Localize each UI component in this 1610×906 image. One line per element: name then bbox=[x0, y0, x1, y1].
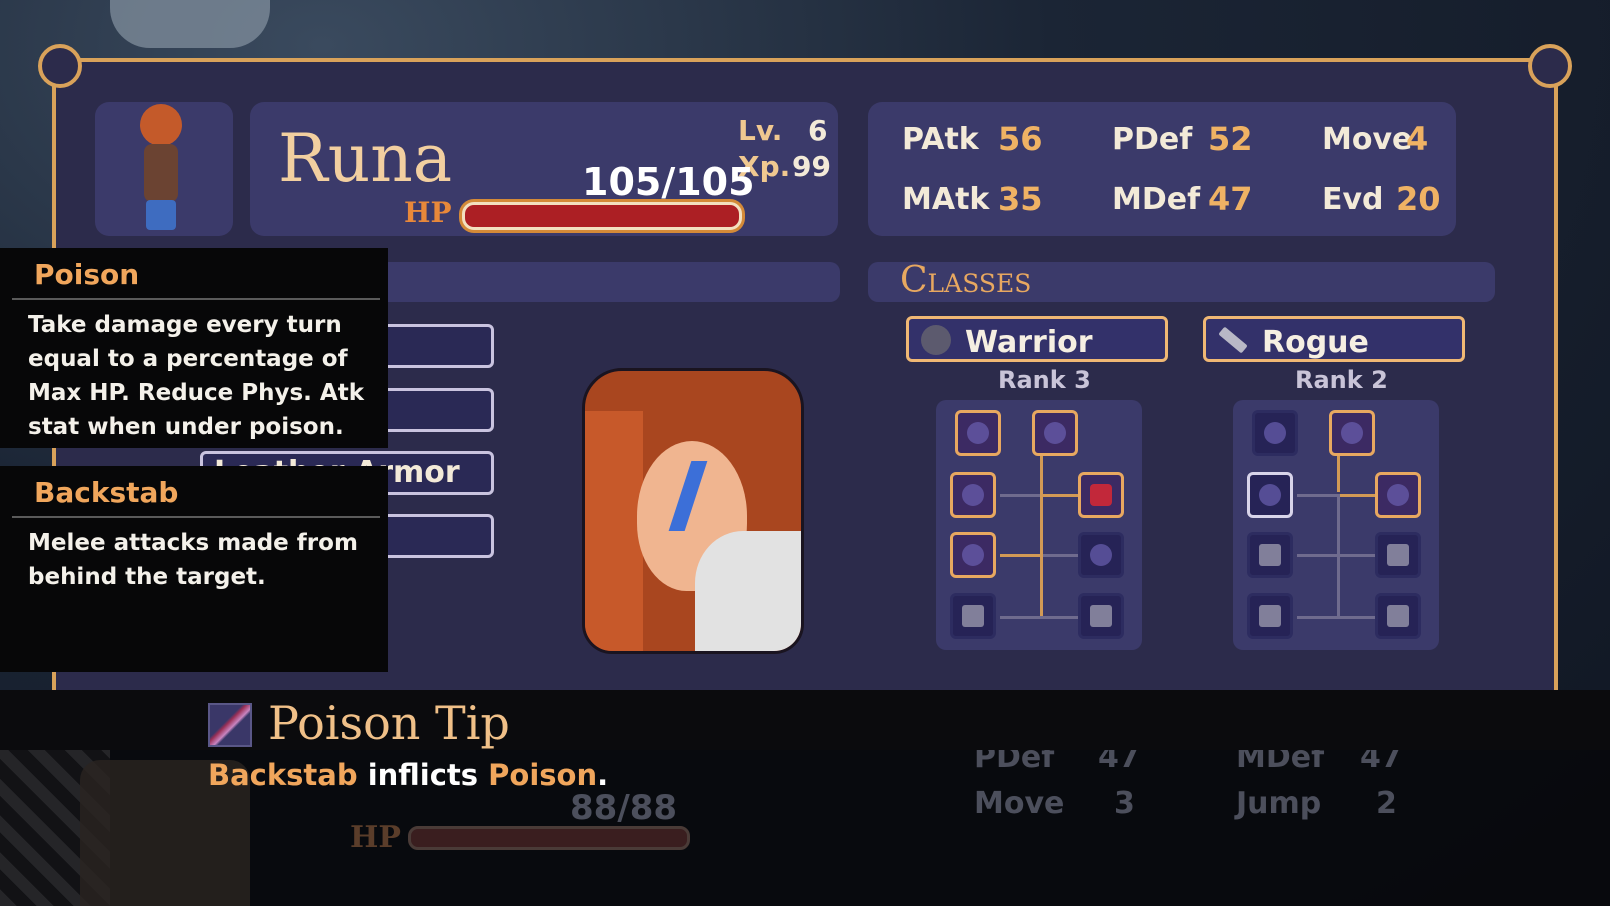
class-warrior-label: Warrior bbox=[965, 325, 1093, 360]
warrior-skill-node[interactable] bbox=[1032, 410, 1078, 456]
skill-keyword-poison[interactable]: Poison bbox=[488, 758, 597, 792]
lock-icon[interactable] bbox=[1375, 593, 1421, 639]
stat-evd-label: Evd bbox=[1322, 182, 1384, 217]
rogue-skill-node[interactable] bbox=[1252, 410, 1298, 456]
stat-patk-label: PAtk bbox=[902, 122, 979, 157]
tree-connector bbox=[1043, 554, 1079, 557]
bg-unit-hp-label: HP bbox=[350, 820, 401, 855]
bg-stat-label: Move bbox=[974, 786, 1065, 821]
bg-stat-value: 2 bbox=[1376, 786, 1397, 821]
heart-icon[interactable] bbox=[1078, 472, 1124, 518]
skill-description: Backstab inflicts Poison. bbox=[208, 758, 609, 792]
warrior-skill-node[interactable] bbox=[955, 410, 1001, 456]
lock-icon[interactable] bbox=[1375, 532, 1421, 578]
tree-connector bbox=[1340, 494, 1376, 497]
rogue-skill-node-selected[interactable] bbox=[1247, 472, 1293, 518]
stat-move-label: Move bbox=[1322, 122, 1413, 157]
rogue-skill-node[interactable] bbox=[1329, 410, 1375, 456]
tree-connector bbox=[1297, 554, 1376, 557]
stat-matk-value: 35 bbox=[998, 180, 1043, 218]
frame-corner-ornament bbox=[38, 44, 82, 88]
tree-connector bbox=[1000, 494, 1040, 497]
level-value: 6 bbox=[808, 114, 828, 147]
class-warrior-rank: Rank 3 bbox=[998, 366, 1091, 394]
background-rock bbox=[110, 0, 270, 48]
class-warrior-button[interactable]: Warrior bbox=[906, 316, 1168, 362]
poison-tip-icon bbox=[208, 703, 252, 747]
stat-matk-label: MAtk bbox=[902, 182, 990, 217]
tree-connector bbox=[1000, 554, 1040, 557]
tree-connector bbox=[1297, 494, 1337, 497]
class-rogue-rank: Rank 2 bbox=[1295, 366, 1388, 394]
frame-corner-ornament bbox=[1528, 44, 1572, 88]
hp-bar bbox=[462, 202, 742, 230]
bg-unit-hp-bar bbox=[408, 826, 690, 850]
tooltip-poison-title: Poison bbox=[34, 258, 140, 291]
warrior-skill-node[interactable] bbox=[950, 472, 996, 518]
helmet-icon bbox=[921, 325, 951, 355]
tree-connector bbox=[1043, 494, 1079, 497]
stat-patk-value: 56 bbox=[998, 120, 1043, 158]
stat-pdef-value: 52 bbox=[1208, 120, 1253, 158]
tooltip-backstab-title: Backstab bbox=[34, 476, 179, 509]
lock-icon[interactable] bbox=[1078, 593, 1124, 639]
character-name: Runa bbox=[278, 120, 453, 197]
tooltip-poison: Poison Take damage every turn equal to a… bbox=[0, 248, 388, 448]
skill-keyword-backstab[interactable]: Backstab bbox=[208, 758, 358, 792]
bg-stat-label: Jump bbox=[1236, 786, 1322, 821]
skill-name: Poison Tip bbox=[268, 696, 510, 750]
stat-pdef-label: PDef bbox=[1112, 122, 1193, 157]
character-sprite bbox=[130, 104, 190, 234]
rogue-skill-node[interactable] bbox=[1375, 472, 1421, 518]
tree-connector bbox=[1040, 456, 1043, 616]
warrior-skill-node[interactable] bbox=[950, 532, 996, 578]
stat-move-value: 4 bbox=[1406, 120, 1429, 158]
bg-unit-hp: 88/88 bbox=[570, 788, 678, 828]
dagger-icon bbox=[1218, 326, 1248, 354]
level-label: Lv. bbox=[738, 114, 783, 147]
stat-mdef-label: MDef bbox=[1112, 182, 1201, 217]
warrior-skill-node[interactable] bbox=[1078, 532, 1124, 578]
tree-connector bbox=[1337, 456, 1340, 492]
xp-value: 99 bbox=[792, 150, 831, 183]
tree-connector bbox=[1297, 616, 1376, 619]
character-portrait bbox=[582, 368, 804, 654]
classes-title: Classes bbox=[900, 260, 1032, 301]
tree-connector bbox=[1000, 616, 1079, 619]
tooltip-backstab-text: Melee attacks made from behind the targe… bbox=[28, 530, 358, 590]
divider bbox=[12, 516, 380, 518]
class-rogue-button[interactable]: Rogue bbox=[1203, 316, 1465, 362]
stat-mdef-value: 47 bbox=[1208, 180, 1253, 218]
lock-icon[interactable] bbox=[1247, 532, 1293, 578]
tooltip-poison-text: Take damage every turn equal to a percen… bbox=[28, 312, 365, 440]
bg-stat-value: 3 bbox=[1114, 786, 1135, 821]
stat-evd-value: 20 bbox=[1396, 180, 1441, 218]
lock-icon[interactable] bbox=[950, 593, 996, 639]
tooltip-backstab: Backstab Melee attacks made from behind … bbox=[0, 466, 388, 672]
class-rogue-label: Rogue bbox=[1262, 325, 1369, 360]
hp-value: 105/105 bbox=[582, 160, 755, 204]
divider bbox=[12, 298, 380, 300]
hp-label: HP bbox=[404, 196, 452, 229]
lock-icon[interactable] bbox=[1247, 593, 1293, 639]
